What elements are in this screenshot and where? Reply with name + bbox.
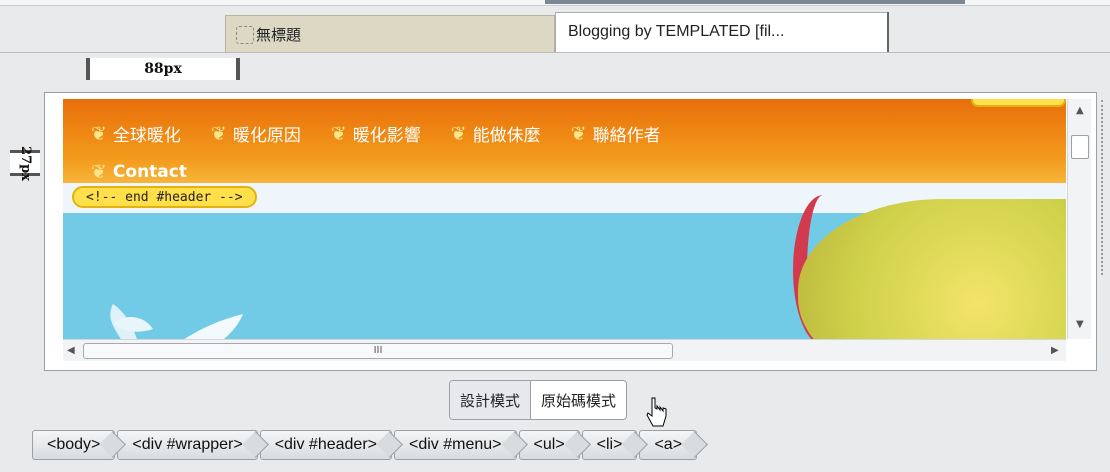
design-mode-button[interactable]: 設計模式	[450, 381, 532, 419]
tab-separator	[887, 12, 889, 52]
leaf-icon: ❦	[570, 122, 587, 145]
leaf-icon: ❦	[450, 122, 467, 145]
menu-item-3[interactable]: ❦ 暖化影響	[330, 121, 421, 147]
nav-menu: ❦ 全球暖化 ❦ 暖化原因 ❦ 暖化影響 ❦ 能做佅麼 ❦ 聯絡作者	[91, 121, 691, 147]
menu-item-5[interactable]: ❦ 聯絡作者	[570, 121, 661, 147]
end-header-comment-tag[interactable]: <!-- end #header -->	[72, 186, 257, 208]
scroll-left-icon[interactable]: ◀	[67, 345, 75, 356]
window-top-bar	[545, 0, 965, 4]
menu-label: 暖化影響	[352, 126, 421, 146]
menu-item-1[interactable]: ❦ 全球暖化	[91, 121, 181, 147]
height-ruler-label: 27px	[17, 145, 33, 181]
width-ruler: 88px	[86, 58, 240, 80]
crumb-div-header[interactable]: <div #header>	[259, 430, 392, 460]
comment-tag-top[interactable]	[971, 99, 1066, 107]
tab-blogging-templated[interactable]: Blogging by TEMPLATED [fil...	[555, 12, 888, 52]
panel-resize-handle[interactable]	[1101, 100, 1104, 275]
page-preview[interactable]: ❦ 全球暖化 ❦ 暖化原因 ❦ 暖化影響 ❦ 能做佅麼 ❦ 聯絡作者 ❦ Contact <…	[63, 99, 1066, 339]
menu-label: 全球暖化	[112, 126, 181, 146]
code-mode-button[interactable]: 原始碼模式	[531, 381, 626, 419]
crumb-div-wrapper[interactable]: <div #wrapper>	[117, 430, 258, 460]
crumb-body[interactable]: <body>	[32, 430, 116, 460]
crumb-ul[interactable]: <ul>	[518, 430, 580, 460]
panel-divider	[0, 52, 1110, 53]
document-icon	[236, 25, 254, 44]
scroll-up-icon[interactable]: ▲	[1076, 105, 1084, 116]
height-ruler: 27px	[10, 146, 40, 180]
tab-label: Blogging by TEMPLATED [fil...	[568, 23, 785, 40]
horizontal-scrollbar[interactable]: ◀ III ▶	[63, 339, 1066, 361]
tab-untitled[interactable]: 無標題	[225, 15, 555, 53]
crumb-div-menu[interactable]: <div #menu>	[394, 430, 517, 460]
scroll-right-icon[interactable]: ▶	[1051, 345, 1059, 356]
tab-label: 無標題	[256, 26, 302, 44]
scroll-down-icon[interactable]: ▼	[1076, 319, 1084, 330]
hand-cursor-icon	[646, 397, 667, 427]
vertical-scroll-thumb[interactable]	[1071, 135, 1089, 159]
leaf-icon: ❦	[91, 122, 107, 145]
horizontal-scroll-thumb[interactable]: III	[83, 343, 673, 359]
leaf-icon: ❦	[91, 161, 107, 183]
white-leaf-graphic	[110, 304, 243, 339]
menu-item-2[interactable]: ❦ 暖化原因	[210, 121, 301, 147]
menu-item-4[interactable]: ❦ 能做佅麼	[450, 121, 541, 147]
design-view[interactable]: ❦ 全球暖化 ❦ 暖化原因 ❦ 暖化影響 ❦ 能做佅麼 ❦ 聯絡作者 ❦ Contact <…	[44, 92, 1097, 371]
menu-label: 聯絡作者	[592, 126, 661, 146]
menu-label: Contact	[112, 162, 187, 182]
crumb-a[interactable]: <a>	[639, 430, 698, 460]
menu-item-contact[interactable]: ❦ Contact	[91, 161, 187, 183]
vertical-scrollbar[interactable]: ▲ ▼	[1067, 99, 1091, 339]
menu-label: 能做佅麼	[472, 126, 541, 146]
leaf-icon: ❦	[330, 122, 347, 145]
view-mode-switch: 設計模式 原始碼模式	[449, 380, 628, 420]
leaf-icon: ❦	[210, 122, 227, 145]
tag-breadcrumb: <body> <div #wrapper> <div #header> <div…	[32, 430, 699, 462]
menu-label: 暖化原因	[232, 126, 301, 146]
width-ruler-label: 88px	[144, 61, 182, 77]
